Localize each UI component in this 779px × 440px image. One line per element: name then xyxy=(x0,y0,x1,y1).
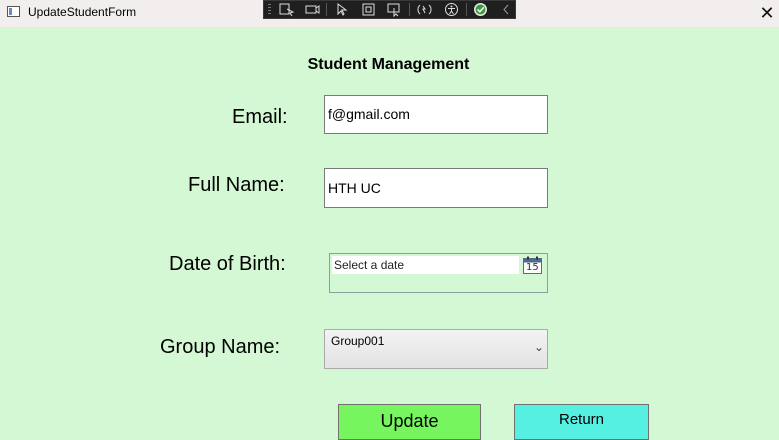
debug-toolbar xyxy=(263,0,516,19)
window-title: UpdateStudentForm xyxy=(28,5,137,19)
calendar-icon[interactable]: 15 xyxy=(522,256,543,275)
select-icon[interactable] xyxy=(334,2,351,17)
update-button[interactable]: Update xyxy=(338,404,481,440)
full-name-field[interactable] xyxy=(324,168,548,208)
preview-selection-icon[interactable] xyxy=(386,2,403,18)
display-layout-adorners-icon[interactable] xyxy=(304,2,321,17)
date-of-birth-label: Date of Birth: xyxy=(169,253,286,275)
group-name-label: Group Name: xyxy=(160,336,281,358)
accessibility-icon[interactable] xyxy=(443,2,460,17)
full-name-label: Full Name: xyxy=(188,174,285,196)
toolbar-grip-icon[interactable] xyxy=(268,4,271,16)
return-button[interactable]: Return xyxy=(514,404,649,440)
date-input[interactable]: Select a date xyxy=(332,256,519,274)
close-button[interactable]: ✕ xyxy=(756,2,778,24)
email-label: Email: xyxy=(232,106,288,128)
calendar-day: 15 xyxy=(526,262,539,273)
group-name-selected: Group001 xyxy=(331,334,385,348)
app-window-icon xyxy=(7,6,20,17)
chevron-down-icon: ⌄ xyxy=(534,340,545,354)
page-title: Student Management xyxy=(307,56,470,73)
track-focus-icon[interactable] xyxy=(360,2,377,17)
hot-reload-icon[interactable] xyxy=(416,2,433,17)
date-of-birth-picker[interactable]: Select a date 15 xyxy=(329,253,548,293)
collapse-chevron-icon[interactable] xyxy=(498,2,515,17)
select-element-icon[interactable] xyxy=(278,2,295,17)
group-name-select[interactable]: Group001 ⌄ xyxy=(324,329,548,369)
email-field[interactable] xyxy=(324,95,548,134)
binding-failures-ok-icon[interactable] xyxy=(472,2,489,17)
